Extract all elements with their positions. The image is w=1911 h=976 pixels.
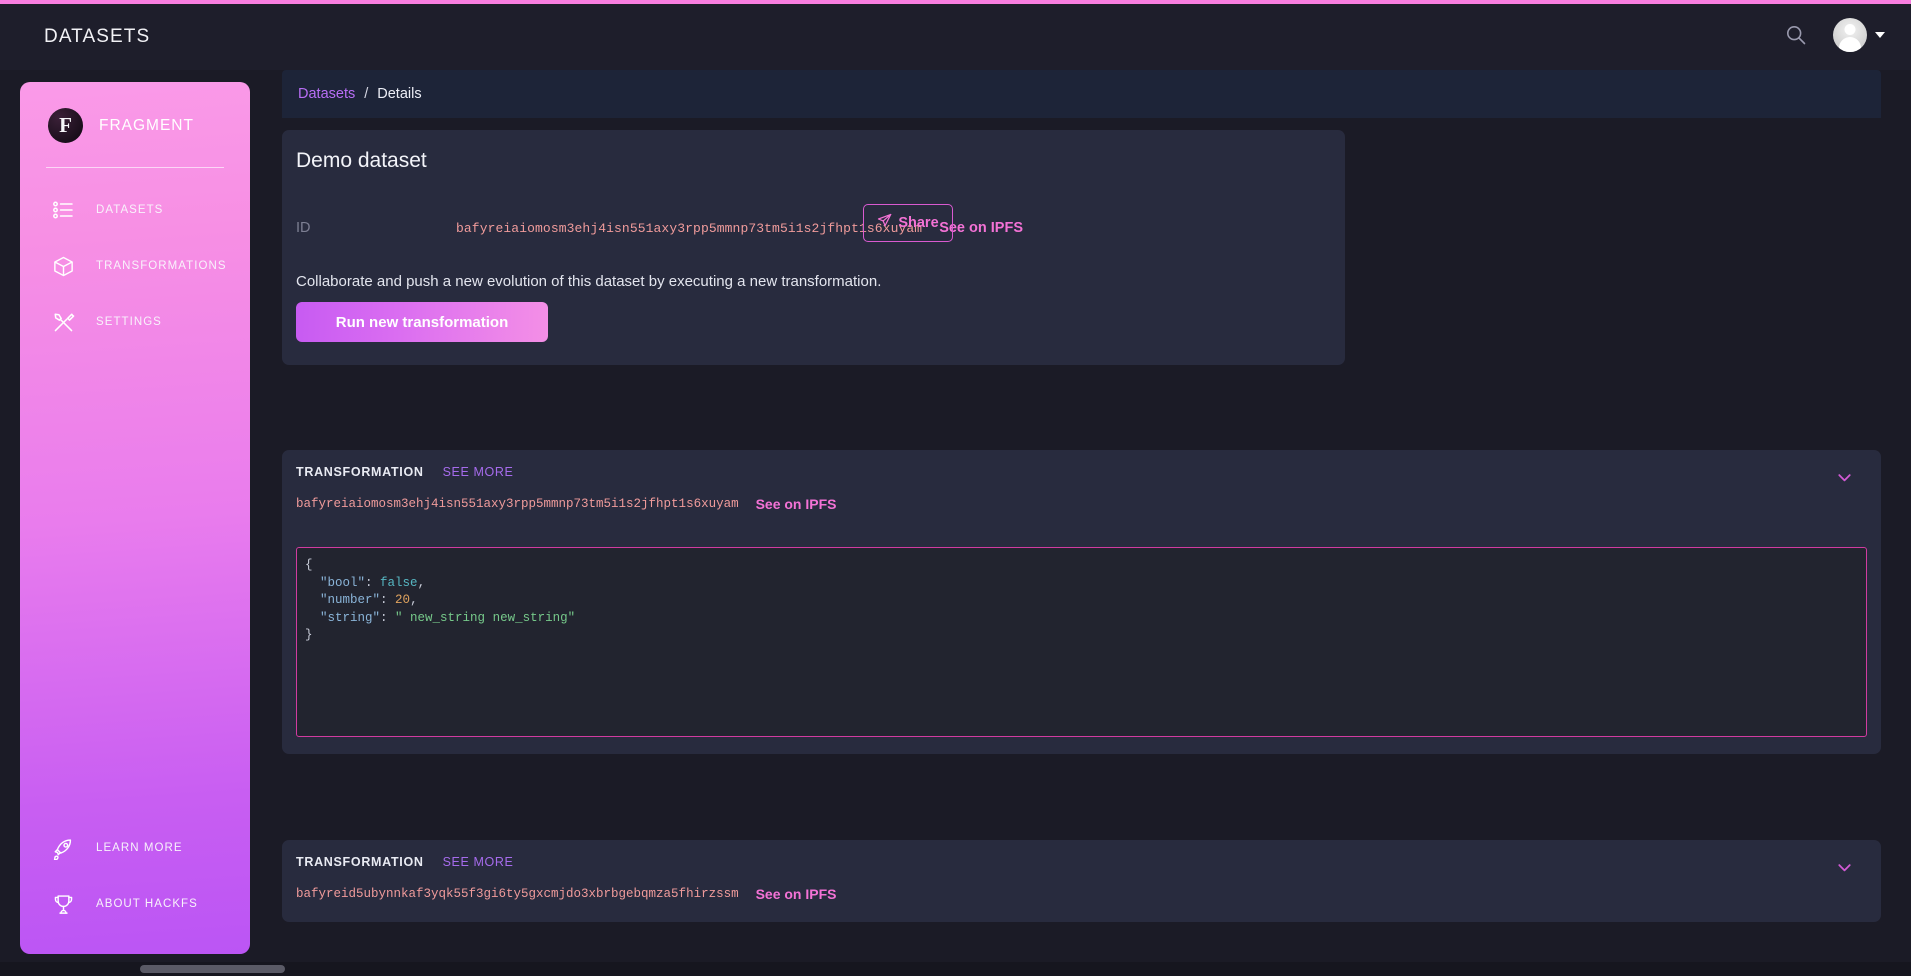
sidebar-item-label: TRANSFORMATIONS: [96, 260, 227, 272]
see-on-ipfs-link[interactable]: See on IPFS: [756, 886, 837, 902]
share-button-label: Share: [898, 215, 939, 231]
dataset-summary-card: Demo dataset ID bafyreiaiomosm3ehj4isn55…: [282, 130, 1345, 365]
sidebar-item-about-hackfs[interactable]: ABOUT HACKFS: [20, 876, 250, 932]
page-title: Demo dataset: [296, 149, 427, 172]
brand[interactable]: F FRAGMENT: [20, 82, 250, 143]
chevron-down-icon: [1835, 858, 1854, 882]
transformation-cid-row: bafyreid5ubynnkaf3yqk55f3gi6ty5gxcmjdo3x…: [296, 886, 837, 902]
run-new-transformation-button[interactable]: Run new transformation: [296, 302, 548, 342]
breadcrumb: Datasets / Details: [282, 70, 1881, 118]
breadcrumb-current: Details: [377, 86, 422, 102]
sidebar-item-transformations[interactable]: TRANSFORMATIONS: [20, 238, 250, 294]
sidebar-bottom-nav: LEARN MORE ABOUT HACKFS: [20, 820, 250, 954]
transformation-code: { "bool": false, "number": 20, "string":…: [305, 558, 576, 642]
sidebar-divider: [46, 167, 224, 168]
sidebar-item-settings[interactable]: SETTINGS: [20, 294, 250, 350]
sidebar-item-label: LEARN MORE: [96, 842, 183, 854]
transformation-header: TRANSFORMATION SEE MORE: [296, 855, 513, 869]
transformation-cid: bafyreiaiomosm3ehj4isn551axy3rpp5mmnp73t…: [296, 497, 739, 511]
avatar-menu[interactable]: [1833, 18, 1885, 52]
list-icon: [50, 197, 76, 223]
sidebar-item-learn-more[interactable]: LEARN MORE: [20, 820, 250, 876]
transformation-title: TRANSFORMATION: [296, 465, 424, 479]
brand-logo-icon: F: [48, 108, 83, 143]
tools-icon: [50, 309, 76, 335]
trophy-icon: [50, 891, 76, 917]
brand-name: FRAGMENT: [99, 116, 194, 134]
main-content: Datasets / Details Demo dataset ID bafyr…: [268, 70, 1911, 958]
top-bar: DATASETS: [0, 4, 1911, 70]
see-more-link[interactable]: SEE MORE: [443, 855, 514, 869]
dataset-id-row: ID bafyreiaiomosm3ehj4isn551axy3rpp5mmnp…: [296, 220, 1306, 236]
sidebar-item-datasets[interactable]: DATASETS: [20, 182, 250, 238]
see-on-ipfs-link[interactable]: See on IPFS: [756, 496, 837, 512]
transformation-panel: TRANSFORMATION SEE MORE bafyreid5ubynnka…: [282, 840, 1881, 922]
scrollbar-thumb[interactable]: [140, 965, 285, 973]
transformation-title: TRANSFORMATION: [296, 855, 424, 869]
transformation-code-editor[interactable]: { "bool": false, "number": 20, "string":…: [296, 547, 1867, 737]
send-icon: [877, 213, 892, 233]
transformation-cid-row: bafyreiaiomosm3ehj4isn551axy3rpp5mmnp73t…: [296, 496, 837, 512]
chevron-down-icon: [1875, 32, 1885, 38]
page-progress-bar: [0, 0, 1911, 4]
avatar: [1833, 18, 1867, 52]
search-icon[interactable]: [1781, 20, 1811, 50]
app-title: DATASETS: [44, 26, 151, 47]
horizontal-scrollbar[interactable]: [0, 962, 1911, 976]
dataset-id-label: ID: [296, 220, 311, 236]
sidebar-item-label: ABOUT HACKFS: [96, 898, 198, 910]
dataset-id-value: bafyreiaiomosm3ehj4isn551axy3rpp5mmnp73t…: [456, 220, 923, 236]
breadcrumb-separator: /: [364, 86, 369, 102]
sidebar: F FRAGMENT DATASETS TRANSFORMATIONS SETT…: [20, 82, 250, 954]
sidebar-nav: DATASETS TRANSFORMATIONS SETTINGS: [20, 182, 250, 350]
cube-icon: [50, 253, 76, 279]
see-more-link[interactable]: SEE MORE: [443, 465, 514, 479]
sidebar-item-label: SETTINGS: [96, 316, 162, 328]
topbar-actions: [1781, 4, 1885, 66]
transformation-panel: TRANSFORMATION SEE MORE bafyreiaiomosm3e…: [282, 450, 1881, 754]
chevron-down-icon: [1835, 468, 1854, 492]
transformation-cid: bafyreid5ubynnkaf3yqk55f3gi6ty5gxcmjdo3x…: [296, 887, 739, 901]
collapse-toggle[interactable]: [1830, 856, 1858, 884]
transformation-header: TRANSFORMATION SEE MORE: [296, 465, 513, 479]
sidebar-item-label: DATASETS: [96, 204, 164, 216]
rocket-icon: [50, 835, 76, 861]
share-button[interactable]: Share: [863, 204, 953, 242]
breadcrumb-datasets-link[interactable]: Datasets: [298, 86, 355, 102]
collaborate-description: Collaborate and push a new evolution of …: [296, 273, 882, 290]
collapse-toggle[interactable]: [1830, 466, 1858, 494]
